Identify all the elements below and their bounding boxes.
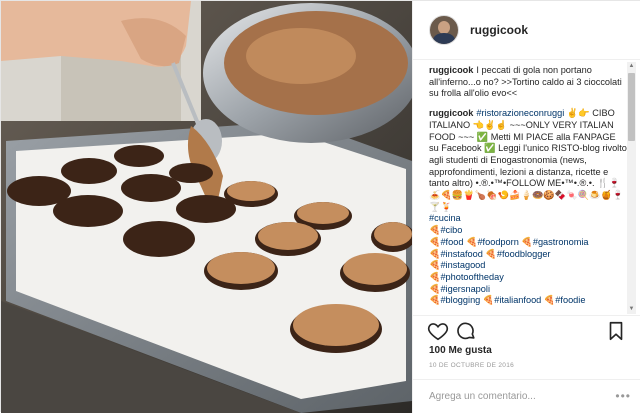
- comments-scrollbar[interactable]: ▲ ▼: [627, 62, 636, 314]
- post-sidebar: ruggicook ruggicook I peccati di gola non…: [412, 1, 640, 413]
- post-modal: ruggicook ruggicook I peccati di gola non…: [0, 0, 640, 413]
- avatar-body: [433, 33, 455, 44]
- post-header: ruggicook: [413, 1, 640, 60]
- hashtag-link[interactable]: 🍕#foodblogger: [485, 249, 550, 259]
- avatar[interactable]: [429, 15, 459, 45]
- hashtag-link[interactable]: #cucina: [429, 213, 627, 225]
- post-actions: [413, 315, 640, 346]
- hashtag-row: 🍕#instafood 🍕#foodblogger: [429, 249, 627, 261]
- hashtag-link[interactable]: #ristorazioneconruggi: [476, 108, 564, 118]
- caption-comment: ruggicook I peccati di gola non portano a…: [429, 65, 627, 100]
- hashtag-link[interactable]: 🍕#gastronomia: [521, 237, 588, 247]
- header-username[interactable]: ruggicook: [470, 23, 528, 37]
- food-photo-illustration: [1, 1, 412, 413]
- comment-icon[interactable]: [455, 320, 477, 342]
- hashtag-link[interactable]: 🍕#igersnapoli: [429, 284, 627, 296]
- comment-username[interactable]: ruggicook: [429, 65, 473, 75]
- hashtag-link[interactable]: 🍕#blogging: [429, 295, 480, 305]
- hashtag-comment: ruggicook #ristorazioneconruggi ✌️👉 CIBO …: [429, 108, 627, 307]
- likes-count[interactable]: 100 Me gusta: [429, 345, 492, 356]
- hashtag-row: 🍕#blogging 🍕#italianfood 🍕#foodie: [429, 295, 627, 307]
- more-dots-icon[interactable]: •••: [615, 389, 631, 403]
- hashtag-link[interactable]: 🍕#instafood: [429, 249, 483, 259]
- heart-icon[interactable]: [427, 320, 449, 342]
- post-photo[interactable]: [1, 1, 412, 413]
- hashtag-list: #cucina 🍕#cibo 🍕#food 🍕#foodporn 🍕#gastr…: [429, 213, 627, 307]
- hashtag-link[interactable]: 🍕#italianfood: [483, 295, 541, 305]
- hashtag-link[interactable]: 🍕#food: [429, 237, 463, 247]
- hashtag-link[interactable]: 🍕#foodie: [544, 295, 586, 305]
- bookmark-icon[interactable]: [605, 320, 627, 342]
- add-comment-bar: •••: [413, 379, 640, 414]
- hashtag-row: 🍕#food 🍕#foodporn 🍕#gastronomia: [429, 237, 627, 249]
- comments-list: ruggicook I peccati di gola non portano a…: [429, 65, 627, 310]
- scroll-down-arrow-icon[interactable]: ▼: [627, 305, 636, 314]
- scroll-thumb[interactable]: [628, 73, 635, 141]
- hashtag-link[interactable]: 🍕#foodporn: [466, 237, 519, 247]
- comment-text: ✌️👉 CIBO ITALIANO 👈✌️☝️ ~~~ONLY VERY ITA…: [429, 108, 627, 212]
- hashtag-link[interactable]: 🍕#instagood: [429, 260, 627, 272]
- comment-username[interactable]: ruggicook: [429, 108, 473, 118]
- post-date: 10 DE OCTUBRE DE 2016: [429, 362, 515, 369]
- scroll-up-arrow-icon[interactable]: ▲: [627, 62, 636, 71]
- add-comment-input[interactable]: [429, 388, 619, 404]
- hashtag-link[interactable]: 🍕#photooftheday: [429, 272, 627, 284]
- hashtag-link[interactable]: 🍕#cibo: [429, 225, 627, 237]
